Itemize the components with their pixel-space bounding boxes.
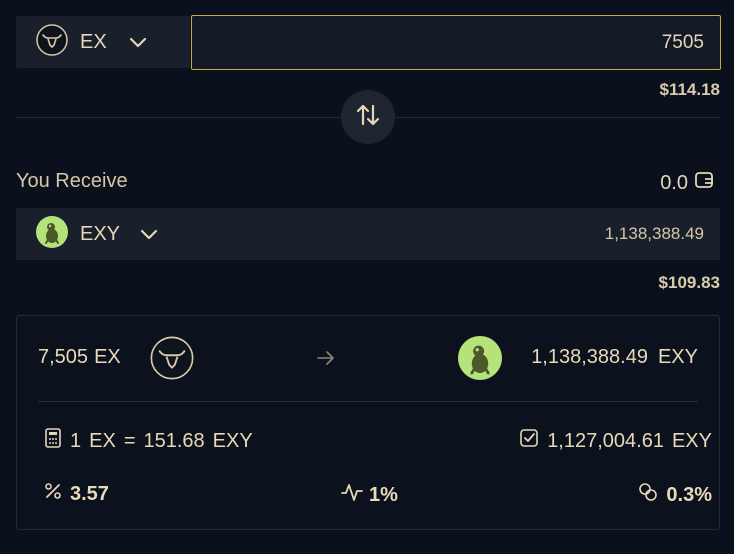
- rate-quote-symbol: EXY: [212, 429, 253, 452]
- wallet-icon[interactable]: [694, 170, 714, 196]
- receive-token-selector[interactable]: EXY: [36, 215, 160, 253]
- summary-to-symbol: EXY: [657, 346, 698, 368]
- summary-to-amount: 1,138,388.49: [531, 346, 648, 368]
- summary-to: 1,138,388.49 EXY: [531, 346, 698, 369]
- receive-token-symbol: EXY: [80, 222, 121, 245]
- checkbox-check-icon: [519, 428, 539, 454]
- arrow-right-icon: [316, 349, 336, 372]
- min-received-symbol: EXY: [671, 429, 712, 452]
- rate-value: 151.68: [143, 429, 205, 452]
- details-divider: [38, 401, 698, 402]
- chevron-down-icon: [138, 223, 160, 245]
- receive-token-row: EXY 1,138,388.49: [16, 208, 720, 260]
- price-impact-value: 3.57: [70, 482, 109, 505]
- min-received-amount: 1,127,004.61: [547, 429, 664, 452]
- swap-vertical-arrows-icon: [354, 101, 382, 134]
- pay-token-symbol: EX: [80, 30, 107, 53]
- exchange-rate: 1 EX = 151.68 EXY: [44, 428, 253, 454]
- slippage[interactable]: 1%: [341, 482, 398, 508]
- rate-equals: =: [123, 429, 136, 452]
- receive-balance: 0.0: [660, 170, 714, 196]
- frog-icon: [36, 215, 68, 253]
- summary-from: 7,505 EX: [38, 346, 121, 369]
- calculator-icon: [44, 428, 62, 454]
- bull-head-icon: [150, 336, 194, 385]
- chevron-down-icon: [127, 31, 149, 53]
- receive-balance-value: 0.0: [660, 171, 688, 194]
- pulse-icon: [341, 482, 363, 508]
- price-impact: 3.57: [44, 482, 109, 506]
- swap-direction-button[interactable]: [341, 90, 395, 144]
- pay-amount-input[interactable]: [191, 15, 721, 70]
- receive-label: You Receive: [16, 170, 128, 192]
- bull-head-icon: [36, 23, 68, 61]
- pay-usd-value: $114.18: [659, 80, 720, 99]
- receive-usd-value: $109.83: [658, 273, 720, 292]
- rate-base-symbol: EX: [89, 429, 116, 452]
- rate-base: 1: [70, 429, 82, 452]
- percent-icon: [44, 482, 62, 506]
- fee-value: 0.3%: [666, 483, 712, 506]
- receive-amount: 1,138,388.49: [604, 224, 704, 243]
- coins-icon: [638, 482, 658, 508]
- minimum-received: 1,127,004.61 EXY: [519, 428, 712, 454]
- summary-from-amount: 7,505: [38, 346, 89, 368]
- fee: 0.3%: [638, 482, 712, 508]
- slippage-value: 1%: [369, 483, 398, 506]
- pay-token-selector[interactable]: EX: [16, 16, 190, 68]
- frog-icon: [458, 336, 502, 385]
- summary-from-symbol: EX: [94, 346, 121, 368]
